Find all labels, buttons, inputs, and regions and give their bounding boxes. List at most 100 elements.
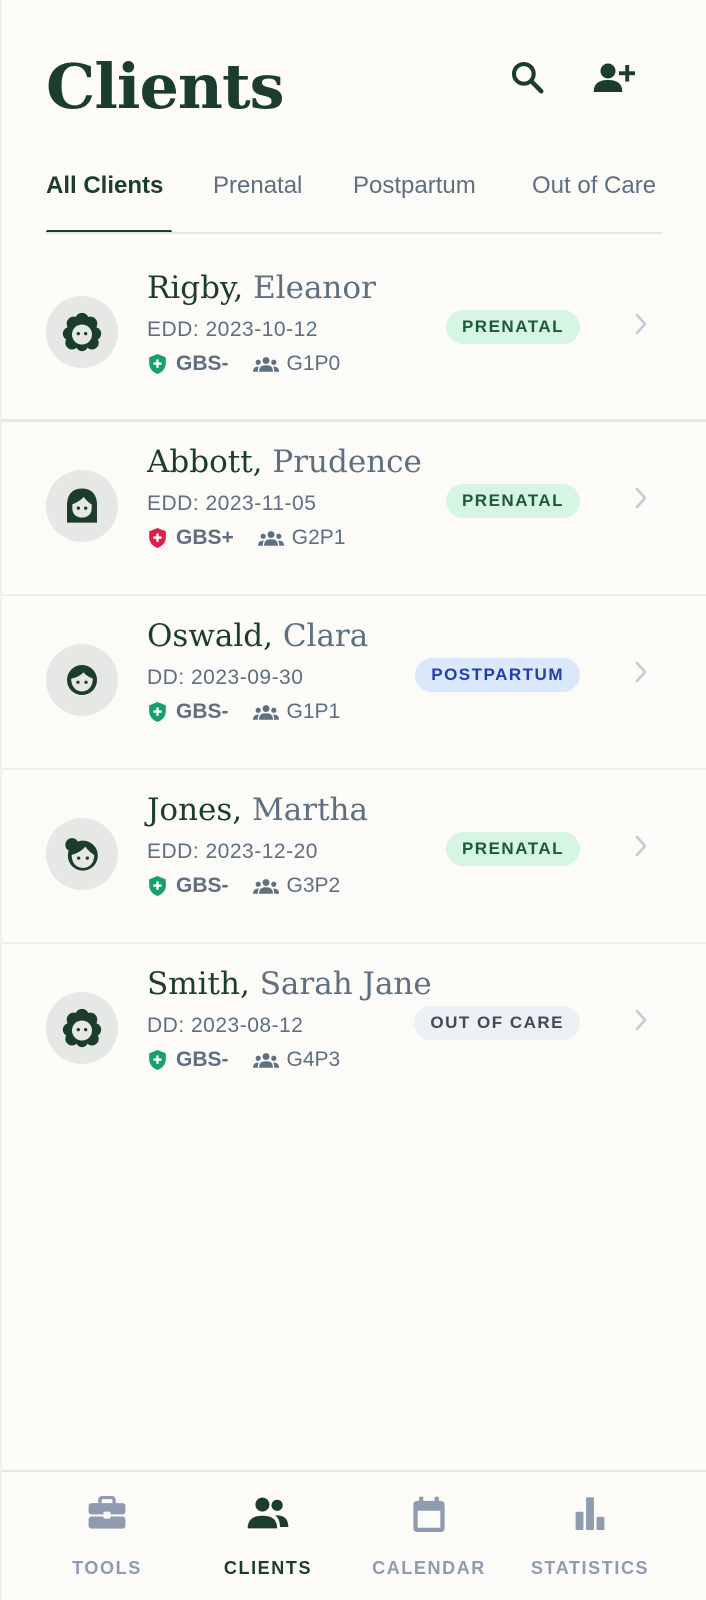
client-name: Oswald, Clara bbox=[147, 618, 368, 654]
active-tab-indicator bbox=[46, 230, 172, 232]
status-badge: OUT OF CARE bbox=[414, 1006, 580, 1040]
gp-label: G3P2 bbox=[286, 874, 341, 897]
add-client-button[interactable] bbox=[589, 52, 639, 102]
gbs-label: GBS- bbox=[176, 352, 229, 375]
client-row[interactable]: Abbott, Prudence EDD: 2023-11-05 GBS+ G2… bbox=[2, 422, 706, 596]
gravida-para: G2P1 bbox=[257, 526, 346, 550]
add-person-icon bbox=[593, 63, 635, 92]
chevron-right-icon bbox=[635, 1009, 647, 1031]
due-date: DD: 2023-08-12 bbox=[147, 1014, 304, 1037]
nav-statistics[interactable]: STATISTICS bbox=[502, 1472, 678, 1600]
avatar bbox=[46, 470, 118, 542]
client-first-name: Eleanor bbox=[253, 270, 376, 306]
client-last-name: Oswald, bbox=[147, 618, 273, 654]
nav-calendar[interactable]: CALENDAR bbox=[341, 1472, 517, 1600]
client-meta: GBS- G1P1 bbox=[149, 700, 340, 724]
avatar bbox=[46, 644, 118, 716]
tab-out-of-care[interactable]: Out of Care bbox=[532, 172, 656, 200]
nav-statistics-label: STATISTICS bbox=[530, 1558, 650, 1578]
nav-tools-label: TOOLS bbox=[72, 1558, 142, 1578]
chevron-right-icon bbox=[635, 835, 647, 857]
client-last-name: Abbott, bbox=[147, 444, 263, 480]
shield-plus-icon bbox=[149, 702, 166, 722]
toolbox-icon bbox=[88, 1496, 126, 1529]
status-badge: POSTPARTUM bbox=[415, 658, 580, 692]
bar-chart-icon bbox=[575, 1497, 605, 1530]
avatar bbox=[46, 992, 118, 1064]
gp-label: G1P0 bbox=[286, 352, 341, 375]
gbs-status: GBS- bbox=[149, 352, 229, 376]
client-first-name: Martha bbox=[252, 792, 368, 828]
gbs-status: GBS- bbox=[149, 1048, 229, 1072]
people-icon bbox=[247, 1497, 289, 1529]
gbs-label: GBS- bbox=[176, 1048, 229, 1071]
group-icon bbox=[252, 879, 279, 894]
client-last-name: Smith, bbox=[147, 966, 250, 1002]
client-row[interactable]: Rigby, Eleanor EDD: 2023-10-12 GBS- G1P0… bbox=[2, 248, 706, 422]
nav-clients-label: CLIENTS bbox=[223, 1558, 313, 1578]
page-title: Clients bbox=[46, 50, 285, 123]
chevron-right-icon bbox=[635, 661, 647, 683]
gbs-label: GBS- bbox=[176, 700, 229, 723]
gbs-status: GBS- bbox=[149, 700, 229, 724]
gbs-status: GBS+ bbox=[149, 526, 234, 550]
long-hair-face-icon bbox=[67, 488, 97, 523]
client-first-name: Sarah Jane bbox=[259, 966, 432, 1002]
client-list: Rigby, Eleanor EDD: 2023-10-12 GBS- G1P0… bbox=[2, 248, 706, 1116]
gravida-para: G4P3 bbox=[252, 1048, 341, 1072]
client-first-name: Prudence bbox=[272, 444, 422, 480]
gravida-para: G1P0 bbox=[252, 352, 341, 376]
group-icon bbox=[252, 705, 279, 720]
group-icon bbox=[252, 357, 279, 372]
search-button[interactable] bbox=[502, 52, 552, 102]
shield-plus-icon bbox=[149, 354, 166, 374]
chevron-right-icon bbox=[635, 487, 647, 509]
client-meta: GBS+ G2P1 bbox=[149, 526, 345, 550]
gp-label: G1P1 bbox=[286, 700, 341, 723]
gp-label: G2P1 bbox=[291, 526, 346, 549]
due-date: EDD: 2023-11-05 bbox=[147, 492, 317, 515]
client-name: Jones, Martha bbox=[147, 792, 368, 828]
client-last-name: Rigby, bbox=[147, 270, 244, 306]
nav-tools[interactable]: TOOLS bbox=[19, 1472, 195, 1600]
due-date: DD: 2023-09-30 bbox=[147, 666, 304, 689]
status-badge: PRENATAL bbox=[445, 832, 580, 866]
client-meta: GBS- G4P3 bbox=[149, 1048, 340, 1072]
client-meta: GBS- G3P2 bbox=[149, 874, 340, 898]
gravida-para: G3P2 bbox=[252, 874, 341, 898]
gravida-para: G1P1 bbox=[252, 700, 341, 724]
search-icon bbox=[511, 61, 544, 94]
shield-plus-icon bbox=[149, 1050, 166, 1070]
gbs-label: GBS+ bbox=[176, 526, 234, 549]
group-icon bbox=[257, 531, 284, 546]
avatar bbox=[46, 296, 118, 368]
due-date: EDD: 2023-12-20 bbox=[147, 840, 318, 863]
tab-prenatal[interactable]: Prenatal bbox=[213, 172, 302, 200]
nav-clients[interactable]: CLIENTS bbox=[180, 1472, 356, 1600]
client-row[interactable]: Jones, Martha EDD: 2023-12-20 GBS- G3P2 … bbox=[2, 770, 706, 944]
nav-calendar-label: CALENDAR bbox=[372, 1558, 486, 1578]
client-last-name: Jones, bbox=[147, 792, 243, 828]
filter-tabs: All Clients Prenatal Postpartum Out of C… bbox=[46, 166, 662, 234]
gp-label: G4P3 bbox=[286, 1048, 341, 1071]
gbs-label: GBS- bbox=[176, 874, 229, 897]
client-row[interactable]: Smith, Sarah Jane DD: 2023-08-12 GBS- G4… bbox=[2, 944, 706, 1116]
curly-hair-face-icon bbox=[62, 312, 102, 352]
shield-plus-icon bbox=[149, 876, 166, 896]
avatar bbox=[46, 818, 118, 890]
client-row[interactable]: Oswald, Clara DD: 2023-09-30 GBS- G1P1 P… bbox=[2, 596, 706, 770]
bun-hair-face-icon bbox=[65, 838, 98, 871]
due-date: EDD: 2023-10-12 bbox=[147, 318, 318, 341]
tab-all-clients[interactable]: All Clients bbox=[46, 172, 163, 200]
group-icon bbox=[252, 1053, 279, 1068]
gbs-status: GBS- bbox=[149, 874, 229, 898]
client-meta: GBS- G1P0 bbox=[149, 352, 340, 376]
tab-postpartum[interactable]: Postpartum bbox=[353, 172, 476, 200]
shield-plus-icon bbox=[149, 528, 166, 548]
client-name: Abbott, Prudence bbox=[147, 444, 422, 480]
short-hair-face-icon bbox=[67, 665, 97, 695]
bottom-navigation: TOOLS CLIENTS CALENDAR STATISTICS bbox=[2, 1470, 706, 1600]
client-name: Smith, Sarah Jane bbox=[147, 966, 432, 1002]
app-screen: Clients All Clients Prenatal Postpartum … bbox=[2, 0, 706, 1600]
status-badge: PRENATAL bbox=[445, 310, 580, 344]
